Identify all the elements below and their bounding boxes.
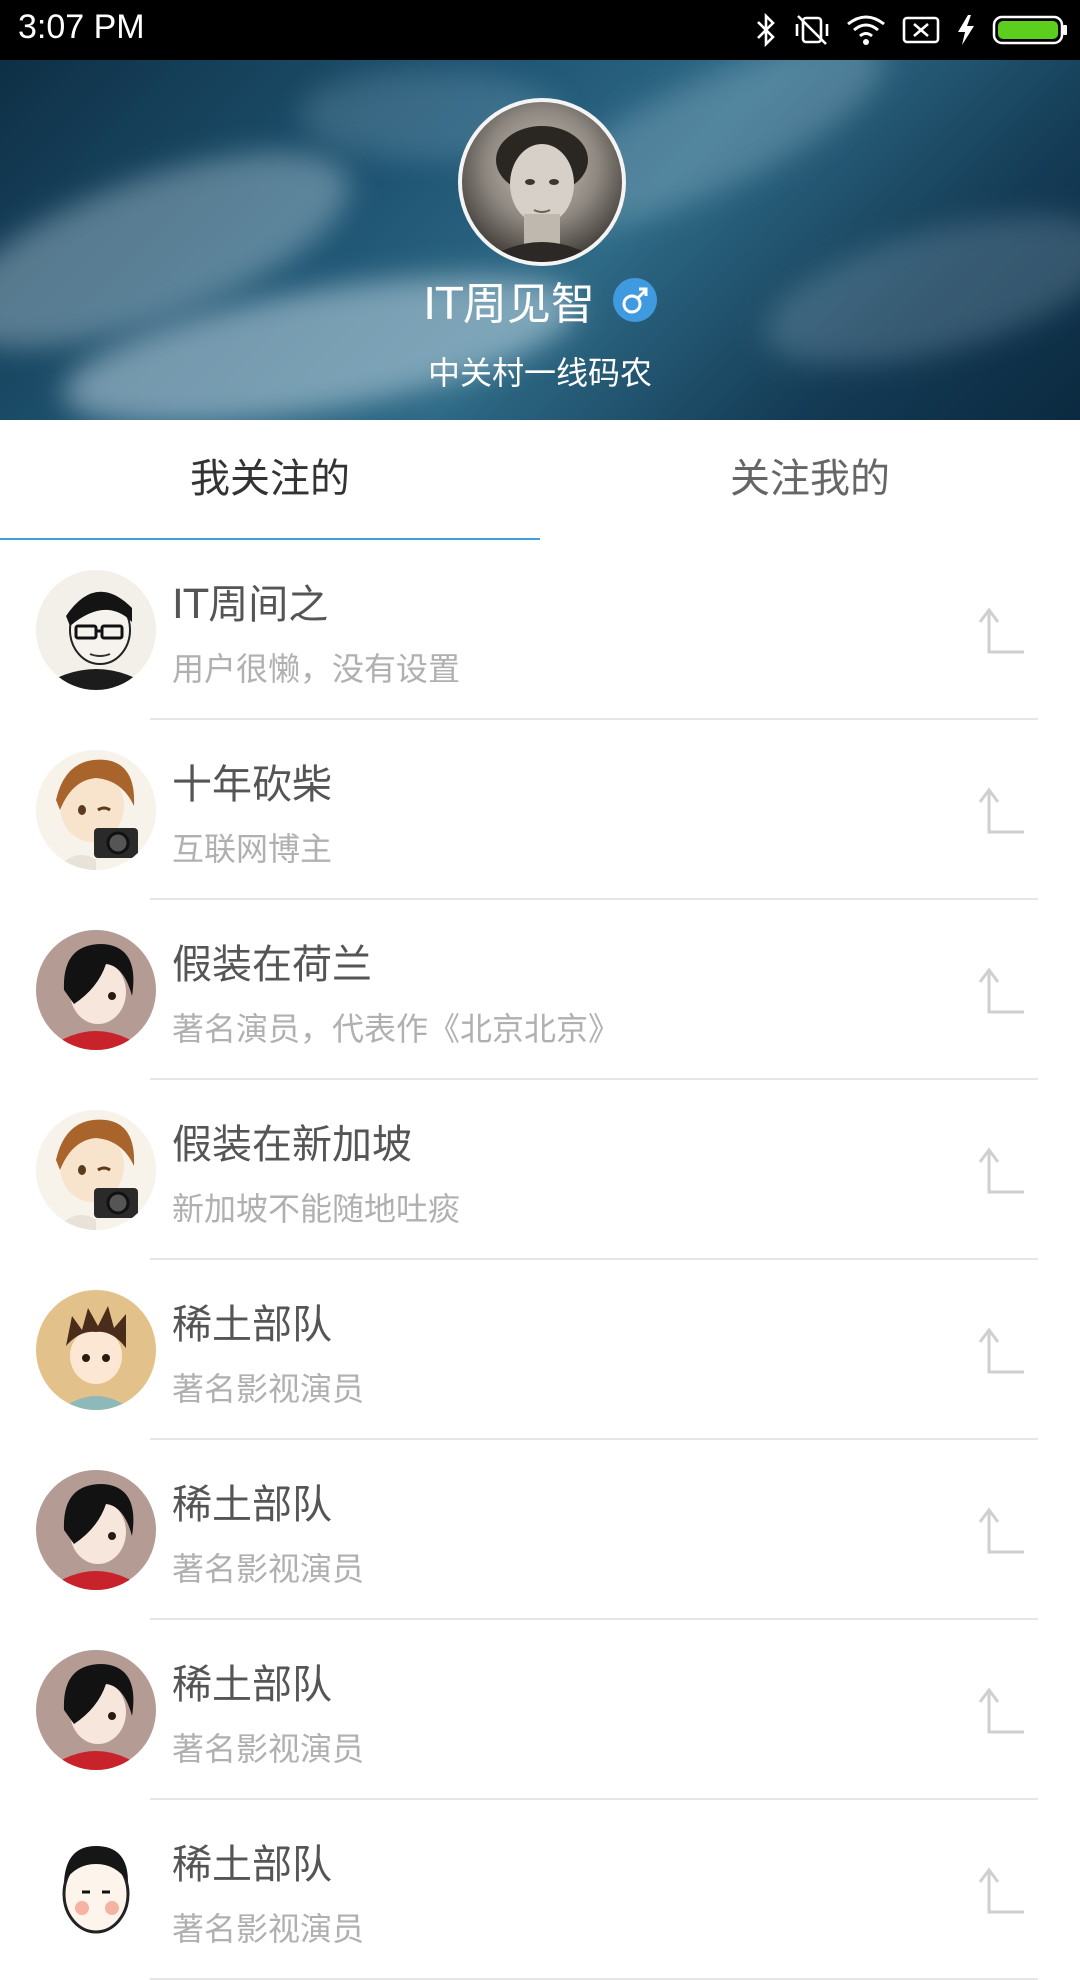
user-description: 著名影视演员: [172, 1550, 365, 1588]
list-item[interactable]: 假装在荷兰 著名演员，代表作《北京北京》: [0, 900, 1080, 1080]
profile-bio: 中关村一线码农: [427, 354, 652, 392]
male-gender-icon: [612, 278, 657, 322]
user-name: 假装在荷兰: [172, 942, 372, 988]
profile-avatar[interactable]: [458, 98, 626, 266]
user-avatar[interactable]: [36, 1290, 156, 1410]
list-item[interactable]: 稀土部队 著名影视演员: [0, 1440, 1080, 1620]
user-name: 稀土部队: [172, 1482, 332, 1528]
user-avatar[interactable]: [36, 930, 156, 1050]
list-item[interactable]: 稀土部队 著名影视演员: [0, 1260, 1080, 1440]
unfollow-arrow-icon[interactable]: [976, 1506, 1028, 1558]
user-name: 稀土部队: [172, 1302, 332, 1348]
unfollow-arrow-icon[interactable]: [976, 1326, 1028, 1378]
user-avatar[interactable]: [36, 1650, 156, 1770]
user-description: 新加坡不能随地吐痰: [172, 1190, 461, 1228]
portrait-image: [482, 126, 602, 262]
list-item[interactable]: 假装在新加坡 新加坡不能随地吐痰: [0, 1080, 1080, 1260]
tab-followers[interactable]: 关注我的: [540, 420, 1080, 538]
profile-name-line: IT周见智: [0, 268, 1080, 332]
user-avatar[interactable]: [36, 1470, 156, 1590]
profile-header: IT周见智 中关村一线码农: [0, 60, 1080, 420]
user-list: IT周间之 用户很懒，没有设置 十年砍柴 互联网博主 假装在荷兰 著名演员，代表…: [0, 540, 1080, 1980]
unfollow-arrow-icon[interactable]: [976, 1866, 1028, 1918]
user-description: 著名影视演员: [172, 1730, 365, 1768]
user-name: 假装在新加坡: [172, 1122, 412, 1168]
user-name: 稀土部队: [172, 1662, 332, 1708]
no-sim-icon: [902, 16, 940, 44]
status-bar: 3:07 PM: [0, 0, 1080, 60]
unfollow-arrow-icon[interactable]: [976, 606, 1028, 658]
user-avatar[interactable]: [36, 750, 156, 870]
unfollow-arrow-icon[interactable]: [976, 966, 1028, 1018]
bluetooth-icon: [757, 13, 775, 47]
user-name: 稀土部队: [172, 1842, 332, 1888]
user-description: 互联网博主: [172, 830, 333, 868]
user-avatar[interactable]: [36, 1830, 156, 1950]
vibrate-off-icon: [795, 15, 829, 45]
list-item[interactable]: 十年砍柴 互联网博主: [0, 720, 1080, 900]
tab-bar: 我关注的 关注我的: [0, 420, 1080, 540]
user-avatar[interactable]: [36, 1110, 156, 1230]
battery-icon: [992, 15, 1067, 45]
unfollow-arrow-icon[interactable]: [976, 786, 1028, 838]
list-item[interactable]: 稀土部队 著名影视演员: [0, 1800, 1080, 1980]
user-description: 著名影视演员: [172, 1370, 365, 1408]
charging-icon: [958, 15, 974, 45]
user-description: 著名演员，代表作《北京北京》: [172, 1010, 621, 1048]
status-time: 3:07 PM: [18, 8, 145, 46]
unfollow-arrow-icon[interactable]: [976, 1146, 1028, 1198]
status-icons: [754, 10, 1068, 50]
unfollow-arrow-icon[interactable]: [976, 1686, 1028, 1738]
user-description: 著名影视演员: [172, 1910, 365, 1948]
user-description: 用户很懒，没有设置: [172, 650, 461, 688]
list-item[interactable]: IT周间之 用户很懒，没有设置: [0, 540, 1080, 720]
profile-name: IT周见智: [423, 279, 595, 330]
user-avatar[interactable]: [36, 570, 156, 690]
tab-following[interactable]: 我关注的: [0, 420, 540, 538]
user-name: 十年砍柴: [172, 762, 332, 808]
user-name: IT周间之: [172, 582, 329, 628]
wifi-icon: [847, 15, 885, 45]
list-item[interactable]: 稀土部队 著名影视演员: [0, 1620, 1080, 1800]
